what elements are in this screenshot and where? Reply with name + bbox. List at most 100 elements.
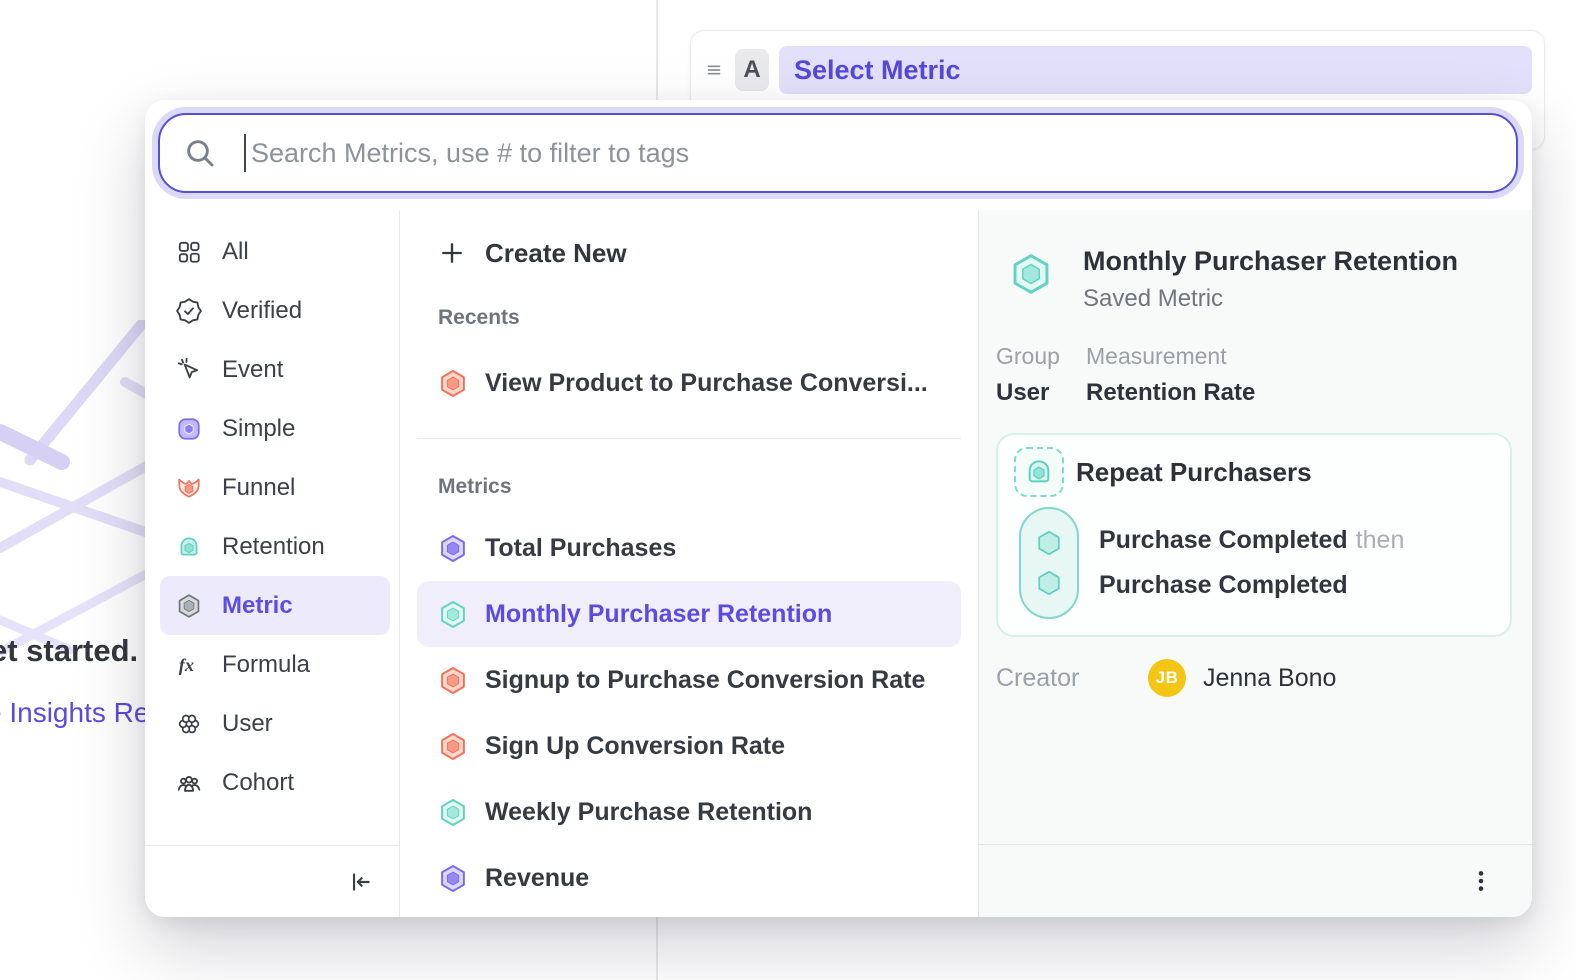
card-step: Purchase Completed [1099, 571, 1404, 600]
creator-row: Creator JB Jenna Bono [996, 659, 1512, 697]
category-sidebar: All Verified Event Simple Funnel Retenti… [145, 210, 400, 917]
select-metric-dropdown[interactable]: Select Metric [779, 46, 1532, 94]
metric-hexagon-icon [438, 730, 468, 763]
metric-hexagon-icon [438, 862, 468, 895]
retention-behavior-icon [1014, 447, 1064, 497]
sidebar-item-cohort[interactable]: Cohort [160, 753, 390, 812]
select-metric-label: Select Metric [794, 55, 961, 86]
step-event: Purchase Completed [1099, 571, 1348, 599]
more-options-icon[interactable] [1468, 868, 1494, 894]
event-hexagon-icon [1034, 527, 1064, 559]
metric-item[interactable]: Signup to Purchase Conversion Rate [417, 647, 961, 713]
metric-hexagon-icon [438, 664, 468, 697]
sidebar-item-formula[interactable]: fx Formula [160, 635, 390, 694]
svg-text:fx: fx [179, 654, 194, 674]
recents-header: Recents [438, 306, 961, 330]
formula-icon: fx [176, 652, 202, 678]
metric-hexagon-icon [438, 796, 468, 829]
drag-handle-icon[interactable] [703, 59, 725, 81]
text-caret [244, 134, 246, 172]
search-bar [158, 113, 1518, 193]
card-title: Repeat Purchasers [1076, 457, 1312, 488]
measurement-value: Retention Rate [1086, 379, 1255, 407]
sidebar-item-label: Metric [222, 592, 293, 620]
sidebar-item-user[interactable]: User [160, 694, 390, 753]
metric-item[interactable]: Monthly Purchaser Retention [417, 581, 961, 647]
step-connector: then [1356, 526, 1405, 554]
retention-icon [176, 534, 202, 560]
metric-hexagon-icon [438, 532, 468, 565]
sidebar-item-metric[interactable]: Metric [160, 576, 390, 635]
metric-hexagon-icon [1009, 250, 1053, 298]
card-step: Purchase Completedthen [1099, 526, 1404, 555]
sidebar-item-label: All [222, 238, 249, 266]
definition-card-body: Purchase Completedthen Purchase Completed [1014, 507, 1494, 619]
sidebar-item-label: Retention [222, 533, 325, 561]
definition-card-header: Repeat Purchasers [1014, 447, 1494, 497]
metric-hexagon-icon [438, 598, 468, 631]
query-builder-row: A Select Metric [703, 46, 1532, 94]
sidebar-item-label: Verified [222, 297, 302, 325]
user-icon [176, 711, 202, 737]
create-new-button[interactable]: Create New [417, 222, 961, 284]
metric-hexagon-icon [438, 367, 468, 400]
metric-details-panel: Monthly Purchaser Retention Saved Metric… [978, 210, 1532, 917]
metric-item-label: Weekly Purchase Retention [485, 798, 812, 827]
dialog-body: All Verified Event Simple Funnel Retenti… [145, 210, 1532, 917]
sidebar-item-all[interactable]: All [160, 222, 390, 281]
creator-label: Creator [996, 664, 1148, 693]
verified-badge-icon [176, 298, 202, 324]
metric-item[interactable]: Revenue [417, 845, 961, 911]
search-input[interactable] [249, 137, 1492, 170]
card-steps: Purchase Completedthen Purchase Completed [1099, 507, 1404, 619]
sidebar-item-label: Event [222, 356, 283, 384]
metric-item-label: Signup to Purchase Conversion Rate [485, 666, 925, 695]
metric-item-label: Total Purchases [485, 534, 676, 563]
details-meta: Group User Measurement Retention Rate [996, 343, 1512, 407]
metric-item[interactable]: Total Purchases [417, 515, 961, 581]
metric-icon [176, 593, 202, 619]
event-hexagon-icon [1034, 567, 1064, 599]
sidebar-item-retention[interactable]: Retention [160, 517, 390, 576]
sidebar-list: All Verified Event Simple Funnel Retenti… [145, 210, 399, 845]
details-subtitle: Saved Metric [1083, 285, 1458, 313]
creator-avatar: JB [1148, 659, 1186, 697]
list-divider [417, 438, 961, 439]
recents-list: View Product to Purchase Conversi... [417, 336, 961, 416]
sidebar-item-label: Cohort [222, 769, 294, 797]
cohort-icon [176, 770, 202, 796]
grid-icon [176, 239, 202, 265]
details-footer [979, 844, 1532, 917]
sidebar-item-event[interactable]: Event [160, 340, 390, 399]
metrics-list: Total Purchases Monthly Purchaser Retent… [417, 505, 961, 911]
metric-item[interactable]: Weekly Purchase Retention [417, 779, 961, 845]
search-icon [184, 137, 216, 169]
event-sequence-icon [1019, 507, 1079, 619]
funnel-icon [176, 475, 202, 501]
sidebar-item-simple[interactable]: Simple [160, 399, 390, 458]
sidebar-footer [145, 845, 399, 917]
background-insights-link-fragment[interactable]: e Insights Re [0, 697, 149, 729]
details-header: Monthly Purchaser Retention Saved Metric [996, 246, 1512, 313]
metric-item-label: Sign Up Conversion Rate [485, 732, 785, 761]
sidebar-item-label: Funnel [222, 474, 295, 502]
metric-item-label: View Product to Purchase Conversi... [485, 369, 928, 398]
creator-name: Jenna Bono [1203, 664, 1336, 693]
details-content: Monthly Purchaser Retention Saved Metric… [979, 210, 1532, 844]
simple-borrowed-icon [176, 416, 202, 442]
create-new-label: Create New [485, 238, 627, 269]
background-heading-fragment: et started. [0, 633, 138, 669]
sidebar-item-label: Simple [222, 415, 295, 443]
recent-item[interactable]: View Product to Purchase Conversi... [417, 350, 961, 416]
sidebar-item-label: User [222, 710, 273, 738]
sidebar-item-funnel[interactable]: Funnel [160, 458, 390, 517]
group-label: Group [996, 343, 1086, 370]
definition-card: Repeat Purchasers Purchase Completedthen… [996, 433, 1512, 637]
measurement-label: Measurement [1086, 343, 1255, 370]
details-title: Monthly Purchaser Retention [1083, 246, 1458, 277]
metrics-header: Metrics [438, 475, 961, 499]
sidebar-item-verified[interactable]: Verified [160, 281, 390, 340]
metric-item[interactable]: Sign Up Conversion Rate [417, 713, 961, 779]
collapse-sidebar-icon[interactable] [347, 869, 373, 895]
metric-list-panel: Create New Recents View Product to Purch… [400, 210, 978, 917]
